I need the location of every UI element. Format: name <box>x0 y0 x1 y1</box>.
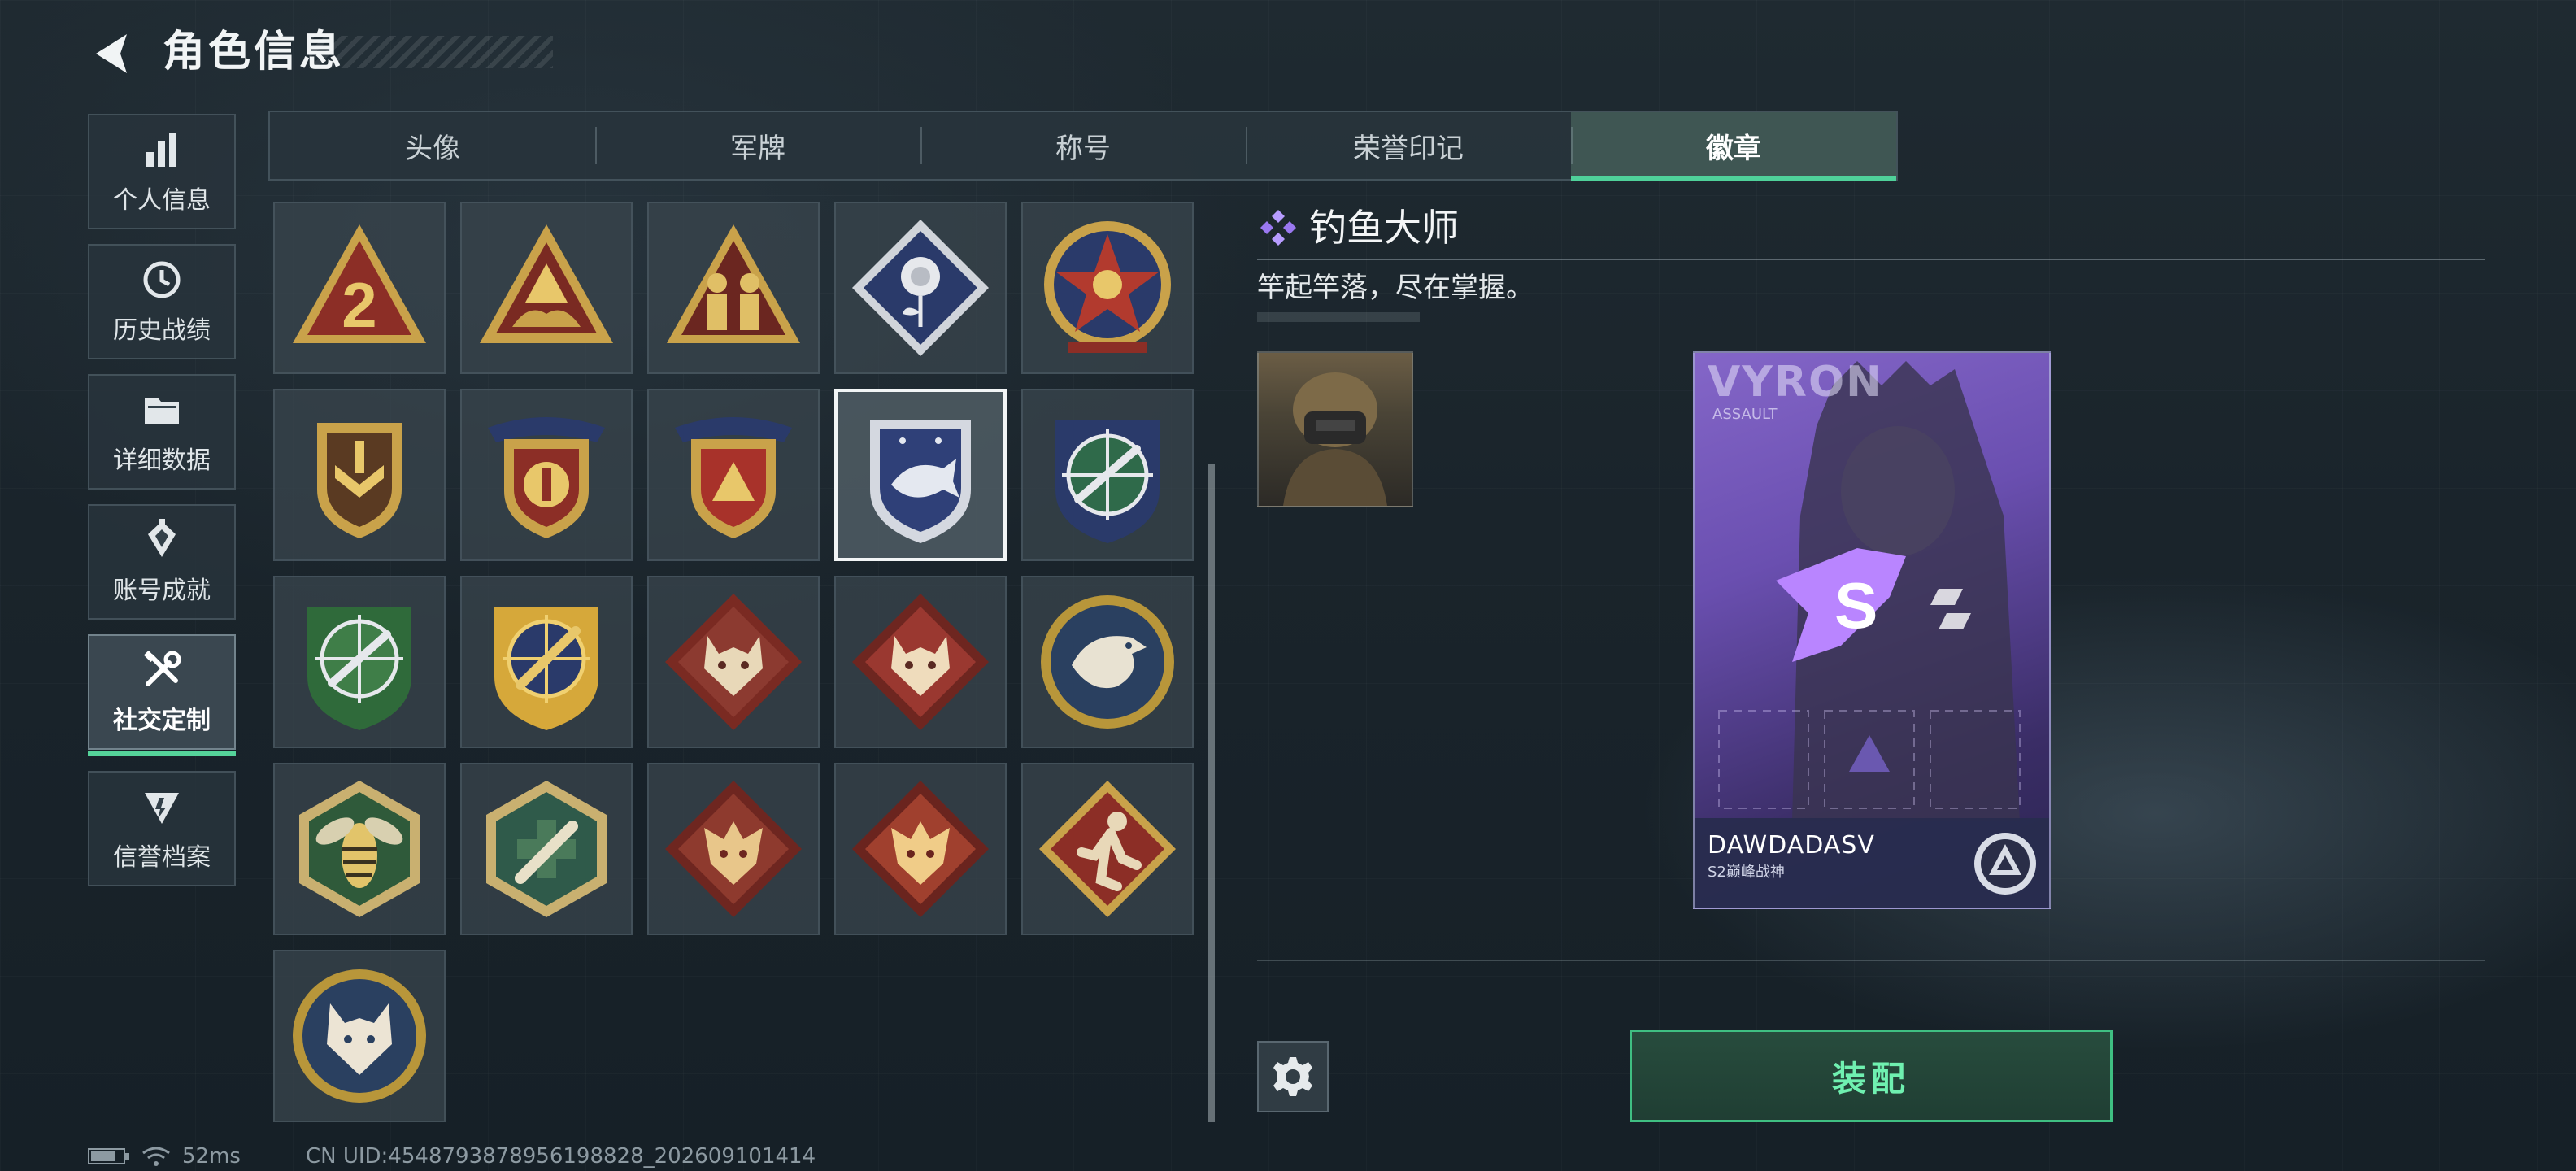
player-avatar <box>1257 351 1413 507</box>
chevron-shield-badge-icon <box>317 423 402 538</box>
status-bar: 52ms CN UID:4548793878956198828_20260910… <box>88 1142 816 1171</box>
badge-cell[interactable] <box>460 576 633 748</box>
soldiers-triangle-badge-icon <box>667 224 800 343</box>
sidebar-item-reputation[interactable]: 信誉档案 <box>88 771 236 886</box>
number-2-triangle-badge-icon: 2 <box>293 224 426 343</box>
winged-shield-badge-icon <box>488 417 605 538</box>
title-decoration <box>309 36 553 68</box>
crosshair-knife-gold-badge-icon <box>494 607 598 730</box>
wifi-icon <box>142 1147 170 1166</box>
dragon-diamond-red-badge-icon <box>852 781 989 917</box>
gear-icon <box>1273 1057 1312 1096</box>
badge-cell[interactable] <box>647 389 820 561</box>
badge-cell[interactable] <box>460 202 633 374</box>
sidebar-item-label: 账号成就 <box>113 577 211 605</box>
svg-text:S: S <box>1834 569 1878 642</box>
player-card: S VYRON ASSAULT DAWDADASV S2巅峰战神 <box>1693 351 2051 909</box>
hornet-hexagon-badge-icon <box>299 781 420 917</box>
winged-shield-red-badge-icon <box>675 417 792 538</box>
sidebar-item-achievements[interactable]: 账号成就 <box>88 504 236 620</box>
badge-cell[interactable] <box>1021 576 1194 748</box>
badge-cell[interactable] <box>273 576 446 748</box>
player-name: DAWDADASV <box>1708 831 1875 860</box>
badge-cell[interactable] <box>460 389 633 561</box>
badge-cell[interactable] <box>834 576 1007 748</box>
badge-cell[interactable] <box>834 763 1007 935</box>
rank-emblem-icon <box>1974 833 2036 895</box>
settings-button[interactable] <box>1257 1041 1329 1112</box>
badge-cell[interactable] <box>273 763 446 935</box>
badge-grid: 2 <box>273 202 1200 1122</box>
crosshair-rifle-green-badge-icon <box>307 607 411 730</box>
runner-diamond-badge-icon <box>1039 781 1176 917</box>
divider <box>1257 259 2485 260</box>
sidebar-item-social-customization[interactable]: 社交定制 <box>88 634 236 756</box>
back-arrow-icon[interactable] <box>88 28 140 80</box>
badge-cell-selected[interactable] <box>834 389 1007 561</box>
badge-cell[interactable] <box>647 576 820 748</box>
badge-grid-scrollbar[interactable] <box>1208 464 1215 1122</box>
sidebar-item-match-history[interactable]: 历史战绩 <box>88 244 236 359</box>
sidebar-item-label: 社交定制 <box>113 707 211 735</box>
sidebar-item-detailed-data[interactable]: 详细数据 <box>88 374 236 490</box>
divider <box>1257 960 2485 961</box>
sidebar-item-label: 详细数据 <box>113 446 211 475</box>
badge-cell[interactable] <box>647 202 820 374</box>
badge-cell[interactable] <box>273 389 446 561</box>
crosshair-rifle-shield-badge-icon <box>1055 420 1160 543</box>
hands-triangle-badge-icon <box>480 224 613 343</box>
card-operator-name: VYRON <box>1708 358 1883 407</box>
description-decoration <box>1257 312 1420 322</box>
badge-cell[interactable] <box>460 763 633 935</box>
badge-cell[interactable] <box>1021 202 1194 374</box>
wolf-diamond-red-badge-icon <box>852 594 989 730</box>
lynx-circle-badge-icon <box>293 969 426 1103</box>
badge-rarity-diamond-icon <box>1260 210 1296 246</box>
badge-cell[interactable] <box>273 950 446 1122</box>
fish-shield-badge-icon <box>870 420 971 543</box>
badge-description: 竿起竿落，尽在掌握。 <box>1257 272 1534 304</box>
eagle-circle-badge-icon <box>1041 595 1174 729</box>
medic-hexagon-badge-icon <box>486 781 607 917</box>
badge-cell[interactable]: 2 <box>273 202 446 374</box>
reputation-icon <box>145 793 179 824</box>
tab-badge[interactable]: 徽章 <box>1571 112 1896 181</box>
rose-diamond-badge-icon <box>852 220 989 356</box>
badge-cell[interactable] <box>834 202 1007 374</box>
svg-text:2: 2 <box>342 269 376 341</box>
sidebar-item-label: 历史战绩 <box>113 316 211 345</box>
card-footer: DAWDADASV S2巅峰战神 <box>1695 818 2049 908</box>
soldier-portrait-icon <box>1283 372 1387 506</box>
player-rank: S2巅峰战神 <box>1708 864 1785 881</box>
wolf-diamond-badge-icon <box>665 594 802 730</box>
tools-icon <box>143 650 181 686</box>
badge-cell[interactable] <box>1021 389 1194 561</box>
star-circle-badge-icon <box>1044 221 1171 353</box>
tab-title[interactable]: 称号 <box>920 112 1246 179</box>
sidebar-item-label: 信誉档案 <box>113 843 211 872</box>
tab-avatar[interactable]: 头像 <box>270 112 595 179</box>
network-latency: 52ms <box>182 1144 241 1169</box>
bar-chart-icon <box>146 133 176 167</box>
battery-icon <box>88 1148 129 1164</box>
dragon-diamond-badge-icon <box>665 781 802 917</box>
card-operator-class: ASSAULT <box>1712 406 1778 423</box>
folder-icon <box>145 398 179 424</box>
tab-honor-mark[interactable]: 荣誉印记 <box>1246 112 1571 179</box>
category-tabs: 头像 军牌 称号 荣誉印记 徽章 <box>268 111 1898 181</box>
tab-dog-tag[interactable]: 军牌 <box>595 112 920 179</box>
sidebar-item-label: 个人信息 <box>113 186 211 215</box>
sidebar-item-personal-info[interactable]: 个人信息 <box>88 114 236 229</box>
history-clock-icon <box>143 261 181 298</box>
badge-name: 钓鱼大师 <box>1309 206 1459 250</box>
badge-cell[interactable] <box>647 763 820 935</box>
equip-button[interactable]: 装配 <box>1630 1030 2113 1122</box>
achievement-icon <box>148 519 176 557</box>
user-uid: CN UID:4548793878956198828_202609101414 <box>305 1144 816 1169</box>
badge-cell[interactable] <box>1021 763 1194 935</box>
